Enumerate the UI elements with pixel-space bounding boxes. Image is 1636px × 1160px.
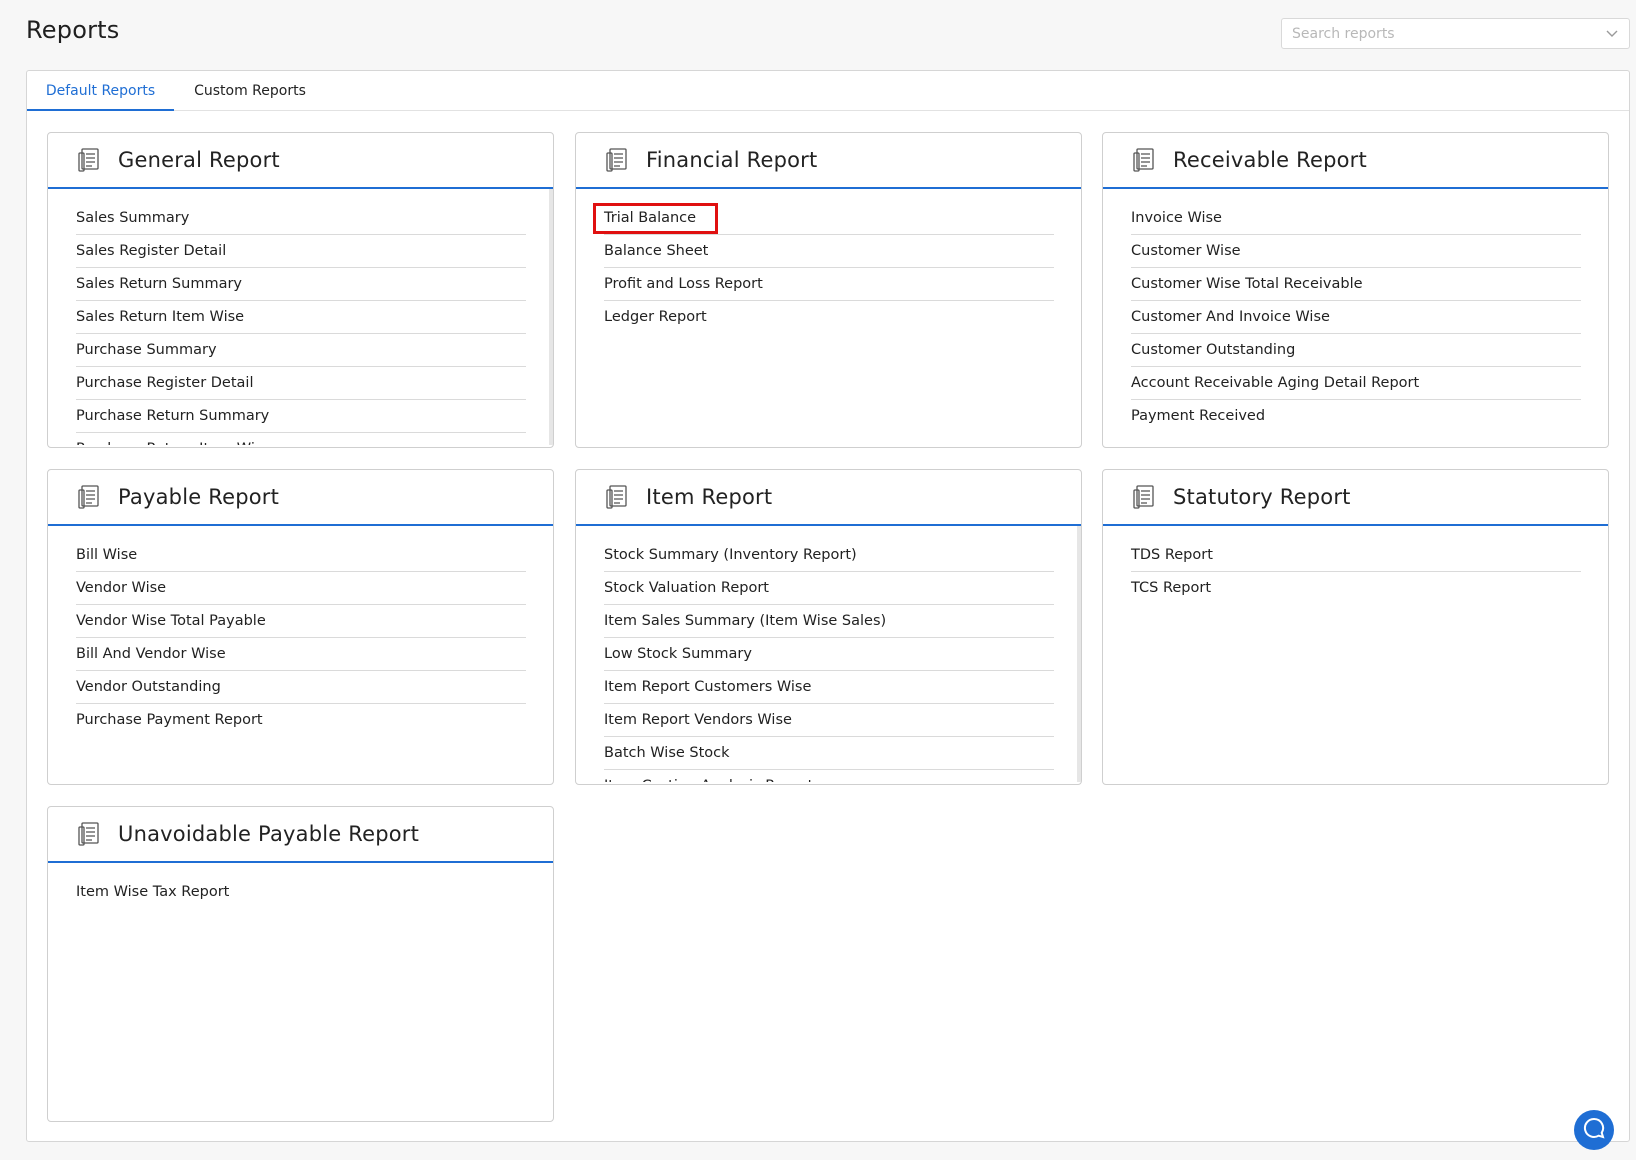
card-body: Bill Wise Vendor Wise Vendor Wise Total … [48,526,553,782]
card-item-report: Item Report Stock Summary (Inventory Rep… [575,469,1082,785]
tab-default-reports[interactable]: Default Reports [27,71,174,111]
card-statutory-report: Statutory Report TDS Report TCS Report [1102,469,1609,785]
card-title: Statutory Report [1173,485,1351,509]
report-link[interactable]: Item Report Customers Wise [604,671,1054,704]
report-link[interactable]: Customer Wise [1131,235,1581,268]
report-book-icon [76,483,104,511]
report-link[interactable]: Item Report Vendors Wise [604,704,1054,737]
card-unavoidable-payable-report: Unavoidable Payable Report Item Wise Tax… [47,806,554,1122]
card-title: Payable Report [118,485,280,509]
report-link[interactable]: Profit and Loss Report [604,268,1054,301]
card-body: TDS Report TCS Report [1103,526,1608,782]
report-book-icon [1131,483,1159,511]
report-link[interactable]: Sales Return Item Wise [76,301,526,334]
report-book-icon [76,820,104,848]
report-link[interactable]: Customer And Invoice Wise [1131,301,1581,334]
chevron-down-icon[interactable] [1605,27,1619,41]
report-link[interactable]: Item Costing Analysis Report [604,770,1054,782]
report-link[interactable]: TDS Report [1131,539,1581,572]
report-link[interactable]: Stock Valuation Report [604,572,1054,605]
card-general-report: General Report Sales Summary Sales Regis… [47,132,554,448]
report-link[interactable]: Invoice Wise [1131,202,1581,235]
card-header: Unavoidable Payable Report [48,807,553,863]
report-link[interactable]: Batch Wise Stock [604,737,1054,770]
reports-panel: Default Reports Custom Reports General R… [26,70,1630,1142]
page-title: Reports [26,16,120,44]
report-link[interactable]: Stock Summary (Inventory Report) [604,539,1054,572]
report-book-icon [76,146,104,174]
chat-bubble-icon [1583,1117,1605,1143]
report-link[interactable]: Bill Wise [76,539,526,572]
card-header: Statutory Report [1103,470,1608,526]
report-link[interactable]: Vendor Wise Total Payable [76,605,526,638]
card-title: Unavoidable Payable Report [118,822,420,846]
report-link[interactable]: Payment Received [1131,400,1581,433]
report-book-icon [1131,146,1159,174]
card-header: Financial Report [576,133,1081,189]
report-book-icon [604,146,632,174]
search-input[interactable] [1292,25,1605,42]
report-link[interactable]: Purchase Return Summary [76,400,526,433]
report-link[interactable]: Trial Balance [604,202,1054,235]
report-link[interactable]: Sales Register Detail [76,235,526,268]
card-title: Financial Report [646,148,818,172]
card-header: General Report [48,133,553,189]
card-header: Payable Report [48,470,553,526]
card-body: Sales Summary Sales Register Detail Sale… [48,189,553,445]
report-link[interactable]: Item Sales Summary (Item Wise Sales) [604,605,1054,638]
card-body: Invoice Wise Customer Wise Customer Wise… [1103,189,1608,445]
search-select[interactable] [1281,18,1630,49]
card-body: Item Wise Tax Report [48,863,553,1119]
scrollbar[interactable] [1077,526,1081,782]
scrollbar[interactable] [549,189,553,445]
report-link[interactable]: Purchase Payment Report [76,704,526,737]
card-receivable-report: Receivable Report Invoice Wise Customer … [1102,132,1609,448]
card-title: Receivable Report [1173,148,1367,172]
report-book-icon [604,483,632,511]
report-link[interactable]: Low Stock Summary [604,638,1054,671]
report-link[interactable]: Item Wise Tax Report [76,876,526,909]
report-link[interactable]: Vendor Wise [76,572,526,605]
report-link[interactable]: Vendor Outstanding [76,671,526,704]
card-payable-report: Payable Report Bill Wise Vendor Wise Ven… [47,469,554,785]
report-link[interactable]: Customer Wise Total Receivable [1131,268,1581,301]
card-title: Item Report [646,485,773,509]
report-tabs: Default Reports Custom Reports [27,71,1629,111]
card-title: General Report [118,148,280,172]
report-link[interactable]: Purchase Register Detail [76,367,526,400]
report-link[interactable]: Purchase Return Item Wise [76,433,526,445]
card-header: Receivable Report [1103,133,1608,189]
report-link[interactable]: Purchase Summary [76,334,526,367]
card-body: Stock Summary (Inventory Report) Stock V… [576,526,1081,782]
report-link[interactable]: Sales Summary [76,202,526,235]
card-financial-report: Financial Report Trial Balance Balance S… [575,132,1082,448]
chat-button[interactable] [1574,1110,1614,1150]
card-body: Trial Balance Balance Sheet Profit and L… [576,189,1081,445]
report-link[interactable]: Balance Sheet [604,235,1054,268]
tab-custom-reports[interactable]: Custom Reports [186,71,314,111]
report-link[interactable]: Ledger Report [604,301,1054,334]
report-link[interactable]: Sales Return Summary [76,268,526,301]
report-link[interactable]: Bill And Vendor Wise [76,638,526,671]
card-header: Item Report [576,470,1081,526]
report-link[interactable]: Account Receivable Aging Detail Report [1131,367,1581,400]
report-link[interactable]: TCS Report [1131,572,1581,605]
report-link[interactable]: Customer Outstanding [1131,334,1581,367]
